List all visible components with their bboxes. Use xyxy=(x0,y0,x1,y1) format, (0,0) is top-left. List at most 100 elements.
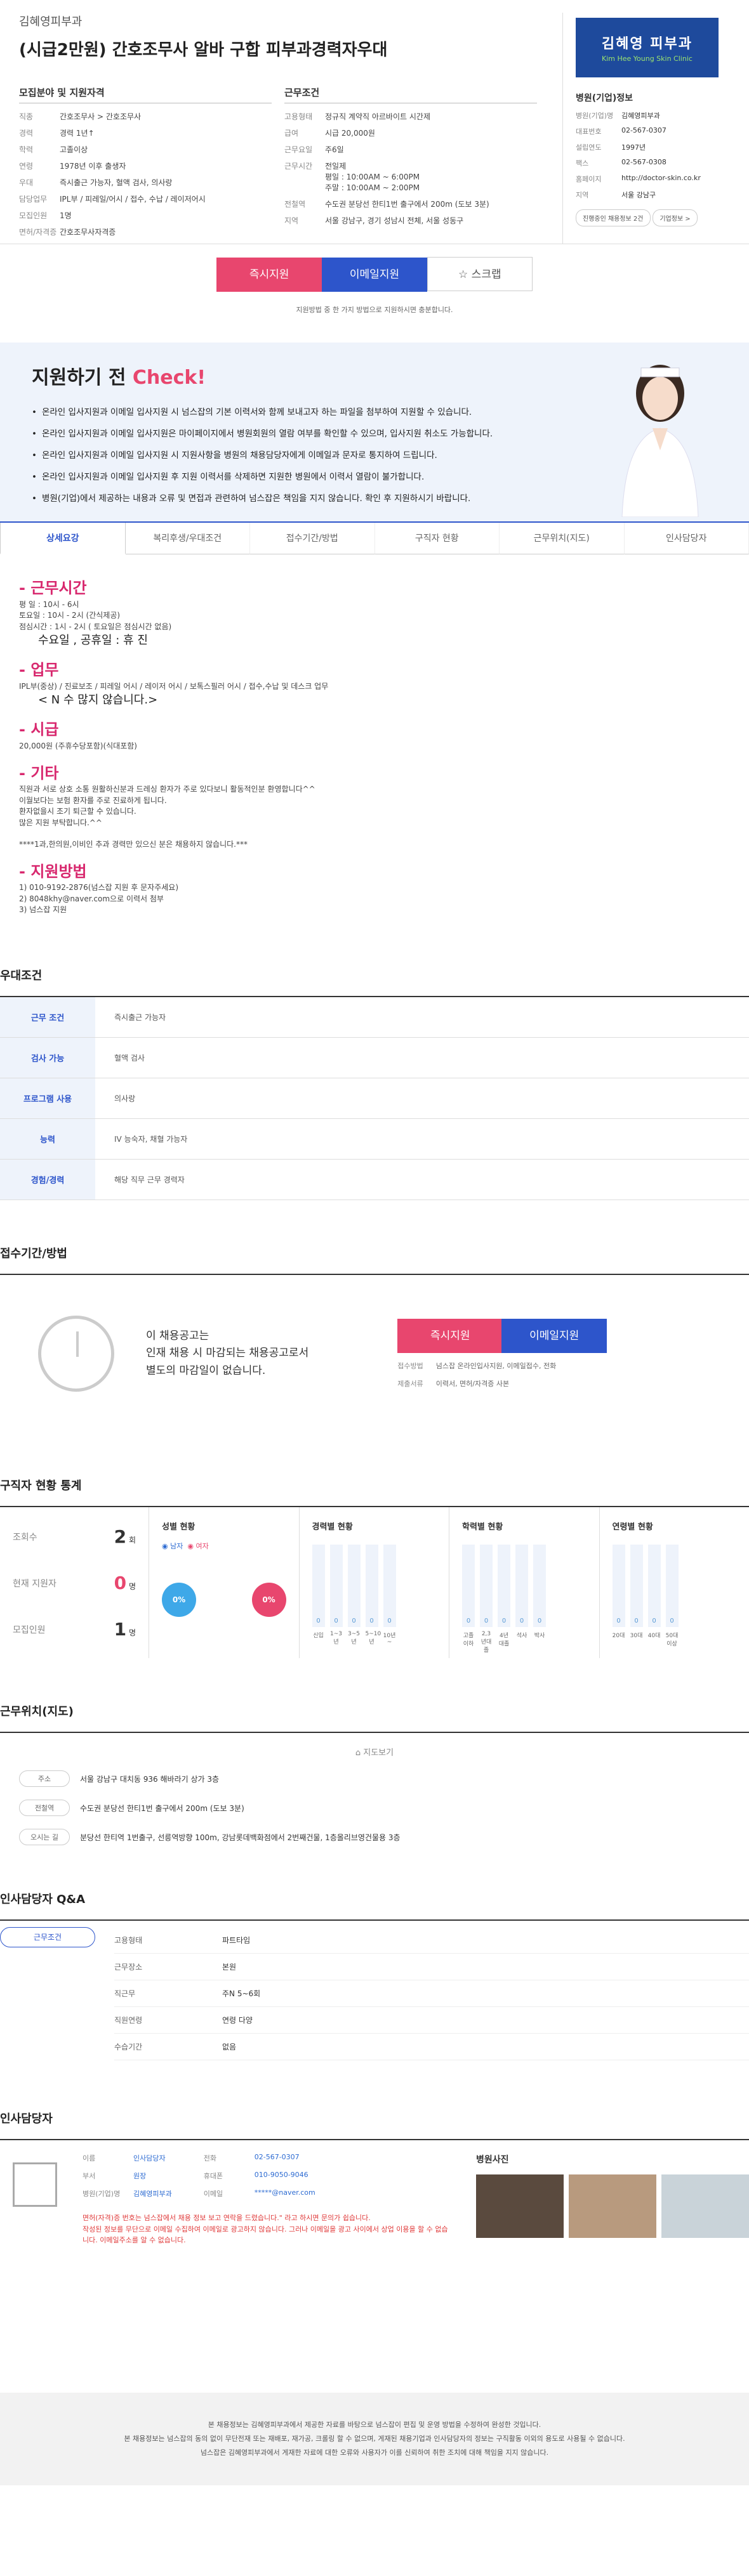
qa-row-value: 주N 5~6회 xyxy=(222,1989,261,1998)
footer: 본 채용정보는 김혜영피부과에서 제공한 자료를 바탕으로 넘스잡이 편집 및 … xyxy=(0,2393,749,2485)
applicants-value: 0 xyxy=(114,1572,127,1593)
manager-row: 병원(기업)명 김혜영피부과 xyxy=(83,2188,172,2199)
map-row-value: 수도권 분당선 한티1번 출구에서 200m (도보 3분) xyxy=(80,1803,244,1813)
pref-title: 우대조건 xyxy=(0,969,43,983)
manager-row-label: 병원(기업)명 xyxy=(83,2190,121,2198)
job-header-left: 김혜영피부과 (시급2만원) 간호조무사 알바 구합 피부과경력자우대 모집분야… xyxy=(19,13,563,244)
recruit-row-label: 우대 xyxy=(19,178,34,187)
work-title: 근무조건 xyxy=(284,86,537,103)
pref-row: 검사 가능 혈액 검사 xyxy=(0,1038,749,1078)
hospital-row-label: 홈페이지 xyxy=(575,175,602,183)
tab-5[interactable]: 인사담당자 xyxy=(624,523,749,554)
manager-row: 부서 원장 xyxy=(83,2171,172,2181)
qa-row-value: 연령 다양 xyxy=(222,2016,253,2025)
career-stat: 경력별 현황 0 0 0 0 0 신입 1~3년 3~5년 5~10년 10년~ xyxy=(300,1507,449,1658)
manager-row-label: 이름 xyxy=(83,2154,96,2162)
tab-4[interactable]: 근무위치(지도) xyxy=(500,523,625,554)
recruit-row-value: 1978년 이후 출생자 xyxy=(60,162,126,171)
stat-bar-label: 석사 xyxy=(516,1633,527,1639)
scrap-button[interactable]: ☆ 스크랩 xyxy=(427,257,533,291)
qa-row: 직근무 주N 5~6회 xyxy=(114,1980,749,2007)
hospital-row: 대표번호 02-567-0307 xyxy=(576,126,736,136)
manager-row-value: 김혜영피부과 xyxy=(133,2190,172,2198)
work-row-label: 근무요일 xyxy=(284,145,313,154)
stat-bar-label: 10년~ xyxy=(383,1633,396,1645)
hospital-row-label: 지역 xyxy=(575,191,589,199)
qa-row: 수습기간 없음 xyxy=(114,2034,749,2060)
hospital-row-value: 김혜영피부과 xyxy=(621,112,660,120)
hospital-row: 홈페이지 http://doctor-skin.co.kr xyxy=(576,174,736,184)
work-row: 전철역 수도권 분당선 한티1번 출구에서 200m (도보 3분) xyxy=(284,199,537,209)
recruit-title: 모집분야 및 지원자격 xyxy=(19,86,272,103)
pref-value: 혈액 검사 xyxy=(114,1054,145,1062)
stat-bar: 0 xyxy=(462,1545,475,1627)
logo-subtext: Kim Hee Young Skin Clinic xyxy=(601,55,693,63)
map-row-label: 전철역 xyxy=(19,1800,70,1816)
work-row-label: 고용형태 xyxy=(284,112,313,121)
receive-email-button[interactable]: 이메일지원 xyxy=(501,1319,607,1353)
pref-label: 근무 조건 xyxy=(0,997,95,1037)
check-banner: 지원하기 전 Check! 온라인 입사지원과 이메일 입사지원 시 넘스잡의 … xyxy=(0,343,749,521)
work-row-label: 전철역 xyxy=(284,200,306,209)
qa-row: 근무장소 본원 xyxy=(114,1954,749,1980)
tab-3[interactable]: 구직자 현황 xyxy=(374,523,500,554)
docs-label: 제출서류 xyxy=(397,1380,423,1388)
hospital-photo-1[interactable] xyxy=(476,2174,564,2238)
method-value: 넘스잡 온라인입사지원, 이메일접수, 전화 xyxy=(435,1362,557,1370)
stat-bar-label: 30대 xyxy=(630,1633,643,1639)
qa-row-label: 고용형태 xyxy=(114,1936,143,1945)
hires-unit: 명 xyxy=(128,1628,136,1637)
stat-bar: 0 xyxy=(612,1545,625,1627)
status-box: 조회수 2 회 현재 지원자 0 명 모집인원 1 명 성별 현황 ◉ 남자 ◉ 여자… xyxy=(0,1506,749,1658)
pref-label: 능력 xyxy=(0,1119,95,1159)
footer-line-2: 본 채용정보는 넘스잡의 동의 없이 무단전재 또는 재배포, 재가공, 크롤링… xyxy=(124,2435,625,2443)
work-row-value: 주6일 xyxy=(324,145,344,154)
work-section: 근무조건 고용형태 정규직 계약직 아르바이트 시간제 급여 시급 20,000원 근무… xyxy=(284,86,550,243)
qa-tag[interactable]: 근무조건 xyxy=(0,1927,95,1947)
detail-text: 직원과 서로 상호 소통 원활하신분과 드레싱 환자가 주로 있다보니 활동적인… xyxy=(19,785,315,849)
hospital-row-label: 팩스 xyxy=(575,159,589,167)
manager-row-label: 부서 xyxy=(83,2172,96,2180)
email-apply-button[interactable]: 이메일지원 xyxy=(322,258,427,292)
stat-bar: 0 xyxy=(647,1545,661,1627)
tab-0[interactable]: 상세요강 xyxy=(0,523,126,554)
company-info-button[interactable]: 기업정보 > xyxy=(653,209,698,226)
recruit-row: 면허/자격증 간호조무사자격증 xyxy=(19,226,272,237)
stat-bar-value: 0 xyxy=(537,1618,542,1625)
instant-apply-button[interactable]: 즉시지원 xyxy=(216,258,322,292)
stat-bar-label: 5~10년 xyxy=(365,1631,381,1645)
views-unit: 회 xyxy=(128,1536,136,1545)
stat-bar-label: 박사 xyxy=(534,1633,545,1639)
manager-row: 이름 인사담당자 xyxy=(83,2153,172,2163)
ongoing-jobs-button[interactable]: 진행중인 채용정보 2건 xyxy=(575,209,651,226)
nurse-illustration xyxy=(621,365,699,517)
hospital-photo-3[interactable] xyxy=(661,2174,749,2238)
stat-bar-value: 0 xyxy=(501,1618,507,1625)
tab-1[interactable]: 복리후생/우대조건 xyxy=(125,523,250,554)
manager-row-label: 이메일 xyxy=(203,2190,223,2198)
tab-2[interactable]: 접수기간/방법 xyxy=(250,523,375,554)
hospital-photo-2[interactable] xyxy=(569,2174,656,2238)
map-row-label: 주소 xyxy=(19,1770,70,1787)
work-row: 급여 시급 20,000원 xyxy=(284,127,537,138)
work-row: 근무요일 주6일 xyxy=(284,144,537,155)
map-row: 오시는 길 분당선 한티역 1번출구, 선릉역방향 100m, 강남롯데백화점에서… xyxy=(19,1829,730,1845)
receive-instant-button[interactable]: 즉시지원 xyxy=(397,1319,503,1353)
recruit-row: 학력 고졸이상 xyxy=(19,144,272,155)
manager-title: 인사담당자 xyxy=(0,2112,53,2126)
map-view-button[interactable]: ⌂ 지도보기 xyxy=(19,1746,730,1758)
clock-icon xyxy=(38,1316,114,1392)
pref-row: 프로그램 사용 의사랑 xyxy=(0,1078,749,1119)
map-box: ⌂ 지도보기 주소 서울 강남구 대치동 936 해바라기 상가 3층 전철역 수도권… xyxy=(0,1732,749,1846)
detail-heading: - 시급 xyxy=(19,721,59,739)
detail-emphasis: < N 수 많지 않습니다.> xyxy=(38,693,158,707)
recruit-row-label: 연령 xyxy=(19,162,34,171)
pref-value: 의사랑 xyxy=(114,1094,136,1103)
detail-content: - 근무시간평 일 : 10시 - 6시 토요일 : 10시 - 2시 (간식제… xyxy=(0,554,749,922)
manager-row-value: 010-9050-9046 xyxy=(254,2171,308,2179)
gender-title: 성별 현황 xyxy=(162,1522,196,1532)
detail-heading: - 근무시간 xyxy=(19,579,87,597)
stat-bar-label: 고졸이하 xyxy=(463,1633,474,1647)
pref-row: 근무 조건 즉시출근 가능자 xyxy=(0,997,749,1038)
detail-text: 평 일 : 10시 - 6시 토요일 : 10시 - 2시 (간식제공) 점심시… xyxy=(19,599,172,631)
